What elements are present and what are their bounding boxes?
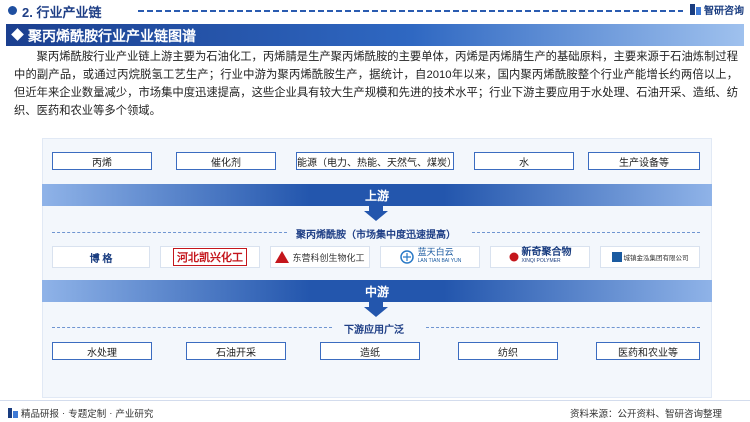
source-note: 资料来源：公开资料、智研咨询整理 [569, 409, 722, 420]
upstream-item: 水 [474, 152, 574, 170]
footer-tag: 精品研报 [21, 409, 60, 420]
company-name: 新奇聚合物 [521, 247, 572, 258]
section-divider [138, 10, 683, 12]
upstream-item: 丙烯 [52, 152, 152, 170]
company-name: 河北凯兴化工 [173, 248, 247, 266]
dashed-rule [426, 327, 700, 328]
brand-logo-icon [690, 4, 701, 15]
company-name: 东营科创生物化工 [292, 252, 365, 263]
kechuang-logo-icon [275, 251, 290, 263]
section-title: 2. 行业产业链 [22, 5, 102, 20]
upstream-bar: 上游 [42, 184, 712, 206]
midstream-label: 聚丙烯酰胺（市场集中度迅速提高） [296, 230, 456, 241]
company-logo-chengzhen: 城镇金泓集团有限公司 [600, 246, 700, 268]
downstream-label: 下游应用广泛 [344, 325, 404, 336]
footer-logo-icon [8, 408, 18, 418]
downstream-item: 造纸 [320, 342, 420, 360]
dashed-rule [52, 232, 287, 233]
dashed-rule [472, 232, 700, 233]
company-name-en: LAN TIAN BAI YUN [417, 258, 462, 264]
lantian-logo-icon [399, 250, 414, 264]
section-header: 2. 行业产业链 智研咨询 [0, 0, 750, 22]
footer: 精品研报 · 专题定制 · 产业研究 资料来源：公开资料、智研咨询整理 [0, 400, 750, 422]
diagram-title-bar: 聚丙烯酰胺行业产业链图谱 [6, 24, 744, 46]
company-logo-boge: 博 格 [52, 246, 150, 268]
company-name: 博 格 [89, 253, 113, 265]
downstream-item: 水处理 [52, 342, 152, 360]
company-name-en: XINQI POLYMER [521, 258, 561, 264]
company-logo-xinqi: 新奇聚合物 XINQI POLYMER [490, 246, 590, 268]
footer-tag: 产业研究 [115, 409, 154, 420]
company-logo-kaixing: 河北凯兴化工 [160, 246, 260, 268]
brand-name: 智研咨询 [704, 6, 744, 17]
xinqi-logo-icon [509, 252, 518, 262]
upstream-item: 能源（电力、热能、天然气、煤炭） [296, 152, 457, 170]
footer-tag: 专题定制 [68, 409, 107, 420]
down-arrow-icon [364, 307, 388, 317]
intro-paragraph: 聚丙烯酰胺行业产业链上游主要为石油化工，丙烯腈是生产聚丙烯酰胺的主要单体，丙烯是… [14, 51, 738, 117]
down-arrow-icon [364, 211, 388, 221]
footer-sep: · [109, 407, 113, 419]
company-name: 城镇金泓集团有限公司 [623, 255, 689, 262]
brand: 智研咨询 [690, 2, 744, 17]
section-bullet-icon [8, 6, 17, 15]
company-logo-lantian: 蓝天白云 LAN TIAN BAI YUN [380, 246, 480, 268]
footer-tags: 精品研报 · 专题定制 · 产业研究 [8, 406, 153, 420]
downstream-item: 纺织 [458, 342, 558, 360]
downstream-item: 医药和农业等 [596, 342, 700, 360]
diamond-icon [11, 28, 24, 41]
diagram-title: 聚丙烯酰胺行业产业链图谱 [28, 28, 196, 44]
dashed-rule [52, 327, 332, 328]
company-name: 蓝天白云 [417, 247, 454, 257]
chengzhen-logo-icon [611, 252, 622, 262]
midstream-bar: 中游 [42, 280, 712, 302]
company-logo-kechuang: 东营科创生物化工 [270, 246, 370, 268]
downstream-item: 石油开采 [186, 342, 286, 360]
upstream-item: 生产设备等 [588, 152, 700, 170]
upstream-item: 催化剂 [176, 152, 276, 170]
footer-sep: · [62, 407, 66, 419]
